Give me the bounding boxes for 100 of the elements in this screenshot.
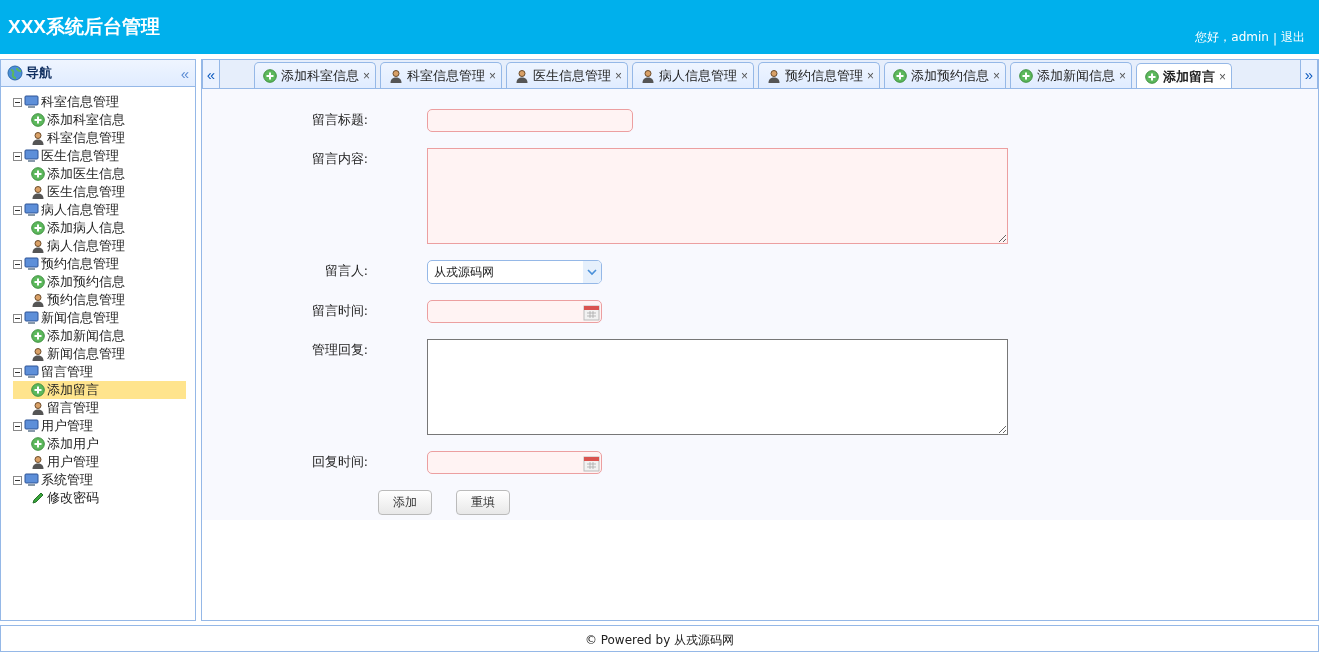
tree-group[interactable]: 留言管理 [13,363,186,381]
tab[interactable]: 病人信息管理 × [632,62,755,88]
person-icon [31,347,45,361]
collapse-icon[interactable] [13,205,22,215]
plus-circle-icon [31,437,45,451]
monitor-icon [24,311,39,325]
greeting-text: 您好，admin [1195,29,1269,46]
collapse-icon[interactable] [13,151,22,161]
app-title: XXX系统后台管理 [8,15,161,39]
input-field[interactable] [427,109,633,132]
globe-icon [7,65,23,81]
close-button[interactable]: × [993,68,1001,83]
person-icon [31,185,45,199]
chevron-down-icon [587,268,597,276]
tree-group[interactable]: 系统管理 [13,471,186,489]
field-label: 留言时间: [310,302,368,320]
tree-item[interactable]: 科室信息管理 [13,129,186,147]
tree-item[interactable]: 添加科室信息 [13,111,186,129]
plus-circle-icon [31,167,45,181]
tree-group[interactable]: 医生信息管理 [13,147,186,165]
tree-item[interactable]: 添加病人信息 [13,219,186,237]
field-label: 留言内容: [310,150,368,168]
person-icon [31,401,45,415]
tree-item[interactable]: 修改密码 [13,489,186,507]
close-button[interactable]: × [741,68,749,83]
collapse-icon[interactable] [13,97,22,107]
plus-circle-icon [893,68,908,83]
tab[interactable]: 添加留言 × [1136,63,1233,88]
close-button[interactable]: × [363,68,370,83]
tree-item[interactable]: 医生信息管理 [13,183,186,201]
close-button[interactable]: × [867,68,875,83]
tree-item[interactable]: 病人信息管理 [13,237,186,255]
tree-item[interactable]: 添加预约信息 [13,273,186,291]
text-area[interactable] [427,339,1008,435]
tree-item[interactable]: 添加用户 [13,435,186,453]
monitor-icon [24,149,39,163]
tab[interactable]: 科室信息管理 × [380,62,503,88]
plus-circle-icon [31,383,45,397]
close-button[interactable]: × [1219,69,1227,84]
tree-group[interactable]: 用户管理 [13,417,186,435]
monitor-icon [24,473,39,487]
close-button[interactable]: × [1119,68,1127,83]
collapse-icon[interactable] [13,259,22,269]
field-label: 回复时间: [310,453,368,471]
person-icon [515,68,530,83]
field-label: 管理回复: [310,341,368,359]
person-icon [31,293,45,307]
tree-group[interactable]: 预约信息管理 [13,255,186,273]
tree-item[interactable]: 添加新闻信息 [13,327,186,345]
field-label: 留言标题: [310,111,368,129]
scroll-left-button[interactable]: « [202,60,220,88]
footer-text: © Powered by 从戎源码网 [584,632,735,649]
date-field[interactable] [427,451,602,474]
tree-item[interactable]: 新闻信息管理 [13,345,186,363]
calendar-icon[interactable] [583,453,600,472]
add-button[interactable]: 添加 [378,490,432,515]
tab[interactable]: 添加新闻信息 × [1010,62,1133,88]
collapse-icon[interactable] [13,313,22,323]
tree-item[interactable]: 留言管理 [13,399,186,417]
scroll-right-button[interactable]: » [1300,60,1318,88]
plus-circle-icon [31,275,45,289]
plus-circle-icon [31,329,45,343]
close-button[interactable]: × [489,68,497,83]
plus-circle-icon [263,68,277,83]
person-icon [389,68,403,83]
plus-circle-icon [1019,68,1034,83]
tree-item[interactable]: 用户管理 [13,453,186,471]
person-icon [31,131,45,145]
plus-circle-icon [1145,69,1160,84]
plus-circle-icon [31,113,45,127]
tree-item[interactable]: 预约信息管理 [13,291,186,309]
collapse-icon[interactable] [13,475,22,485]
tree-item[interactable]: 添加医生信息 [13,165,186,183]
tree-group[interactable]: 科室信息管理 [13,93,186,111]
person-icon [31,455,45,469]
date-field[interactable] [427,300,602,323]
collapse-icon[interactable] [13,367,22,377]
select-field[interactable]: 从戎源码网 [427,260,602,284]
tree-item[interactable]: 添加留言 [13,381,186,399]
collapse-icon[interactable] [13,421,22,431]
tab[interactable]: 预约信息管理 × [758,62,881,88]
monitor-icon [24,419,39,433]
monitor-icon [24,365,39,379]
monitor-icon [24,95,39,109]
person-icon [31,239,45,253]
pencil-icon [31,491,45,505]
calendar-icon[interactable] [583,302,600,321]
tree-group[interactable]: 病人信息管理 [13,201,186,219]
monitor-icon [24,203,39,217]
person-icon [641,68,656,83]
separator-text: | [1272,32,1277,46]
reset-button[interactable]: 重填 [456,490,510,515]
close-button[interactable]: × [615,68,623,83]
tree-group[interactable]: 新闻信息管理 [13,309,186,327]
tab[interactable]: 添加预约信息 × [884,62,1007,88]
tab[interactable]: 医生信息管理 × [506,62,629,88]
person-icon [767,68,782,83]
monitor-icon [24,257,39,271]
plus-circle-icon [31,221,45,235]
tab[interactable]: 添加科室信息 × [254,62,376,88]
